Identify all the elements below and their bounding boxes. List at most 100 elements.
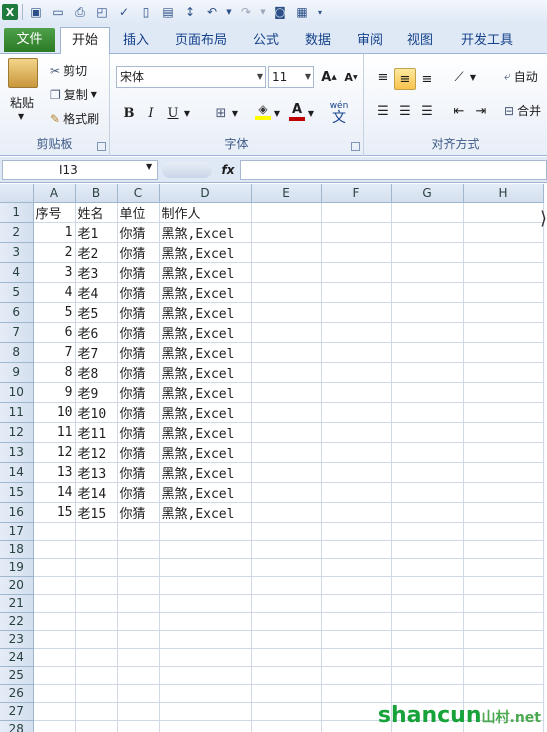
cell[interactable] — [251, 576, 322, 595]
cell[interactable] — [251, 342, 322, 363]
cell[interactable] — [321, 462, 392, 483]
cell[interactable] — [251, 648, 322, 667]
clipboard-launcher-icon[interactable] — [97, 142, 106, 151]
cell[interactable] — [251, 362, 322, 383]
cell[interactable] — [33, 684, 76, 703]
column-header[interactable]: B — [75, 184, 118, 203]
cell[interactable] — [391, 522, 464, 541]
cell[interactable] — [251, 302, 322, 323]
cell[interactable] — [463, 462, 544, 483]
cell[interactable] — [321, 630, 392, 649]
row-header[interactable]: 14 — [0, 462, 34, 483]
print-preview-icon[interactable]: ◰ — [93, 3, 111, 21]
cell[interactable]: 你猜 — [117, 242, 160, 263]
paste-dropdown-icon[interactable]: ▼ — [18, 112, 24, 121]
cell[interactable]: 你猜 — [117, 222, 160, 243]
cell[interactable] — [251, 382, 322, 403]
cell[interactable] — [251, 612, 322, 631]
cell[interactable]: 老3 — [75, 262, 118, 283]
cell[interactable]: 序号 — [33, 202, 76, 223]
bold-button[interactable]: B — [118, 102, 140, 124]
cell[interactable] — [463, 442, 544, 463]
cell[interactable] — [117, 684, 160, 703]
cell[interactable] — [321, 422, 392, 443]
cell[interactable]: 你猜 — [117, 282, 160, 303]
cell[interactable]: 老2 — [75, 242, 118, 263]
undo-dropdown-icon[interactable]: ▼ — [225, 3, 233, 21]
cell[interactable]: 黑煞,Excel — [159, 322, 252, 343]
cell[interactable] — [33, 522, 76, 541]
cell[interactable] — [75, 702, 118, 721]
column-header[interactable]: F — [321, 184, 392, 203]
cell[interactable] — [391, 594, 464, 613]
cell[interactable]: 黑煞,Excel — [159, 262, 252, 283]
cell[interactable] — [463, 522, 544, 541]
cell[interactable] — [33, 702, 76, 721]
cell[interactable] — [463, 302, 544, 323]
cell[interactable] — [321, 302, 392, 323]
cell[interactable] — [391, 482, 464, 503]
cell[interactable] — [463, 630, 544, 649]
grow-font-icon[interactable]: A ▲ — [318, 66, 340, 88]
cell[interactable] — [391, 262, 464, 283]
cell[interactable] — [391, 242, 464, 263]
cell[interactable]: 老7 — [75, 342, 118, 363]
column-header[interactable]: H — [463, 184, 544, 203]
cell[interactable] — [251, 630, 322, 649]
row-header[interactable]: 7 — [0, 322, 34, 343]
cell[interactable] — [117, 594, 160, 613]
cell[interactable] — [391, 422, 464, 443]
cell[interactable]: 黑煞,Excel — [159, 282, 252, 303]
row-header[interactable]: 1 — [0, 202, 34, 223]
cell[interactable] — [251, 666, 322, 685]
phonetic-guide-icon[interactable]: wén 文 — [324, 98, 354, 126]
cell[interactable] — [463, 502, 544, 523]
select-all-corner[interactable] — [0, 184, 34, 203]
row-header[interactable]: 13 — [0, 442, 34, 463]
cell[interactable] — [321, 222, 392, 243]
font-color-dropdown-icon[interactable]: ▼ — [306, 102, 316, 124]
redo-dropdown-icon[interactable]: ▼ — [259, 3, 267, 21]
row-header[interactable]: 23 — [0, 630, 34, 649]
border-icon[interactable]: ⊞ — [210, 102, 232, 124]
cell[interactable] — [391, 282, 464, 303]
undo-icon[interactable]: ↶ — [203, 3, 221, 21]
cell[interactable]: 你猜 — [117, 382, 160, 403]
cell[interactable]: 10 — [33, 402, 76, 423]
cell[interactable] — [391, 302, 464, 323]
cell[interactable] — [33, 558, 76, 577]
worksheet-grid[interactable]: A B C D E F G H 1 序号 姓名 单位 制作人 2 1 老1 你猜 黑煞,Excel… — [0, 184, 547, 732]
row-header[interactable]: 3 — [0, 242, 34, 263]
cell[interactable] — [463, 648, 544, 667]
shrink-font-icon[interactable]: A ▼ — [340, 66, 362, 88]
cell[interactable] — [33, 630, 76, 649]
redo-icon[interactable]: ↷ — [237, 3, 255, 21]
cell[interactable] — [321, 502, 392, 523]
cell[interactable]: 老8 — [75, 362, 118, 383]
excel-logo-icon[interactable]: X — [2, 4, 18, 20]
cell[interactable]: 单位 — [117, 202, 160, 223]
underline-dropdown-icon[interactable]: ▼ — [182, 102, 192, 124]
row-header[interactable]: 8 — [0, 342, 34, 363]
cell[interactable]: 4 — [33, 282, 76, 303]
tab-review[interactable]: 审阅 — [348, 30, 392, 52]
cell[interactable] — [463, 482, 544, 503]
cell[interactable] — [321, 262, 392, 283]
column-header[interactable]: D — [159, 184, 252, 203]
paste-button[interactable]: 粘贴 — [10, 94, 34, 111]
cell[interactable] — [251, 262, 322, 283]
orientation-dropdown-icon[interactable]: ▼ — [468, 66, 478, 88]
cell[interactable]: 老5 — [75, 302, 118, 323]
form-icon[interactable]: ▤ — [159, 3, 177, 21]
align-left-icon[interactable]: ☰ — [372, 100, 394, 122]
cell[interactable] — [463, 558, 544, 577]
cell[interactable] — [117, 540, 160, 559]
cell[interactable]: 制作人 — [159, 202, 252, 223]
cell[interactable]: 2 — [33, 242, 76, 263]
cell[interactable] — [321, 522, 392, 541]
cell[interactable] — [75, 540, 118, 559]
cell[interactable]: 黑煞,Excel — [159, 502, 252, 523]
cell[interactable] — [321, 558, 392, 577]
cell[interactable] — [463, 362, 544, 383]
cell[interactable] — [391, 612, 464, 631]
